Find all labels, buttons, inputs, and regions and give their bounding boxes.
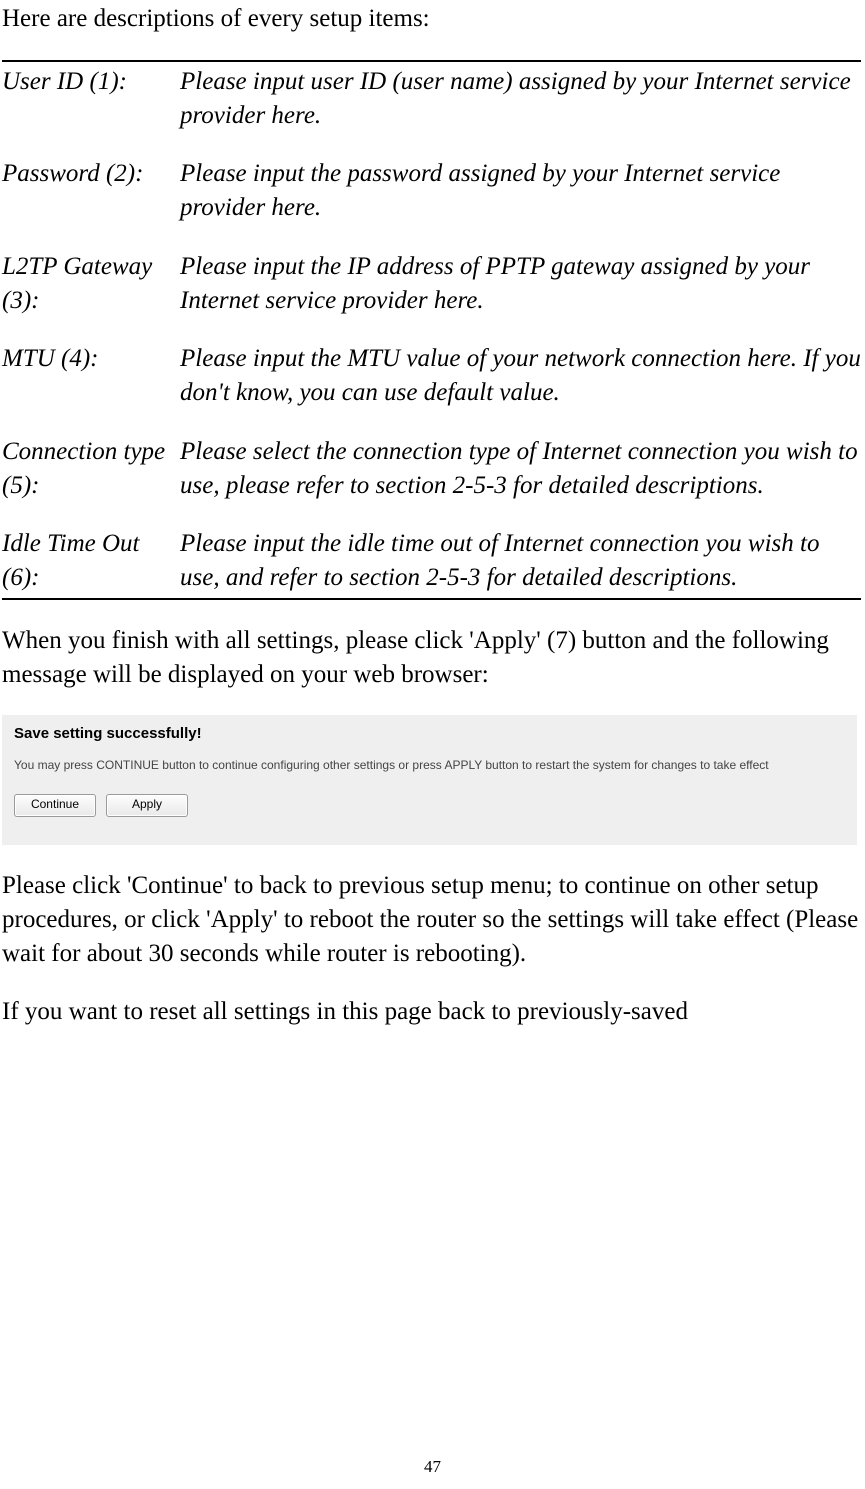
- reset-instructions: If you want to reset all settings in thi…: [2, 995, 861, 1029]
- item-description: Please input the password assigned by yo…: [180, 157, 861, 225]
- dialog-description: You may press CONTINUE button to continu…: [14, 758, 845, 772]
- page-number: 47: [0, 1457, 865, 1477]
- item-description: Please input the idle time out of Intern…: [180, 527, 861, 595]
- dialog-title: Save setting successfully!: [14, 725, 845, 742]
- item-label: L2TP Gateway (3):: [2, 250, 180, 318]
- item-description: Please input user ID (user name) assigne…: [180, 65, 861, 133]
- item-label: Connection type (5):: [2, 435, 180, 503]
- item-label: User ID (1):: [2, 65, 180, 133]
- item-description: Please select the connection type of Int…: [180, 435, 861, 503]
- dialog-button-row: Continue Apply: [14, 794, 845, 817]
- item-label: MTU (4):: [2, 342, 180, 410]
- item-description: Please input the IP address of PPTP gate…: [180, 250, 861, 318]
- table-row: User ID (1): Please input user ID (user …: [2, 62, 861, 155]
- item-label: Idle Time Out (6):: [2, 527, 180, 595]
- table-row: Password (2): Please input the password …: [2, 154, 861, 247]
- item-description: Please input the MTU value of your netwo…: [180, 342, 861, 410]
- table-row: MTU (4): Please input the MTU value of y…: [2, 339, 861, 432]
- table-row: Idle Time Out (6): Please input the idle…: [2, 524, 861, 598]
- continue-button[interactable]: Continue: [14, 794, 96, 817]
- table-row: L2TP Gateway (3): Please input the IP ad…: [2, 247, 861, 340]
- item-label: Password (2):: [2, 157, 180, 225]
- apply-button[interactable]: Apply: [106, 794, 188, 817]
- continue-instructions: Please click 'Continue' to back to previ…: [2, 869, 861, 970]
- save-setting-dialog: Save setting successfully! You may press…: [2, 715, 857, 845]
- table-row: Connection type (5): Please select the c…: [2, 432, 861, 525]
- after-table-text: When you finish with all settings, pleas…: [2, 624, 861, 692]
- setup-items-table: User ID (1): Please input user ID (user …: [2, 60, 861, 600]
- intro-text: Here are descriptions of every setup ite…: [2, 2, 861, 36]
- document-page: Here are descriptions of every setup ite…: [0, 2, 865, 1489]
